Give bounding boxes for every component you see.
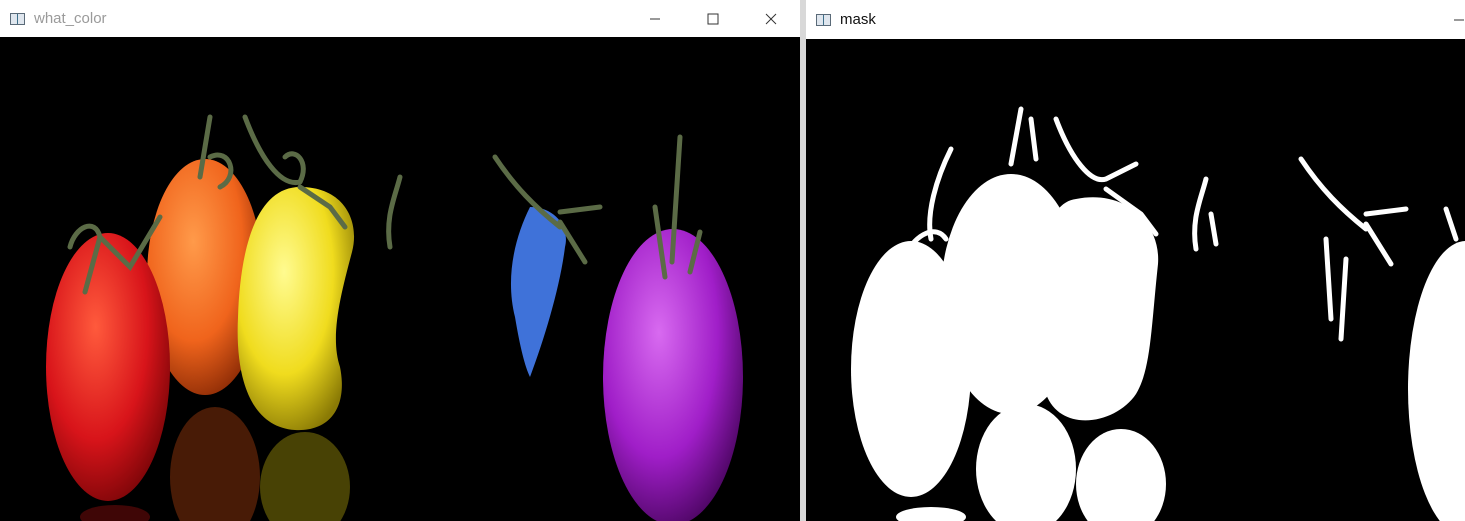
what-color-window: what_color xyxy=(0,0,801,521)
window-titlebar[interactable]: mask xyxy=(806,0,1465,39)
binary-mask-image xyxy=(851,106,1465,521)
purple-tomato xyxy=(603,229,743,521)
color-image-canvas xyxy=(0,37,800,521)
maximize-button[interactable] xyxy=(684,0,742,37)
orange-reflection xyxy=(170,407,260,521)
minimize-button[interactable] xyxy=(626,0,684,37)
yellow-tomato xyxy=(237,187,355,431)
mask-reflection-2 xyxy=(1076,429,1166,521)
opencv-window-icon xyxy=(10,12,25,25)
tomatoes-image xyxy=(46,114,743,521)
close-button[interactable] xyxy=(742,0,800,37)
maximize-icon xyxy=(707,13,719,24)
mask-blob-right-center xyxy=(1034,197,1159,421)
yellow-reflection xyxy=(260,432,350,521)
window-titlebar[interactable]: what_color xyxy=(0,0,800,37)
minimize-button[interactable] xyxy=(1441,0,1465,39)
mask-blobs xyxy=(851,174,1465,521)
mask-window: mask xyxy=(806,0,1465,521)
mask-image-canvas xyxy=(806,39,1465,521)
window-controls xyxy=(1441,0,1465,39)
blue-detected-region xyxy=(510,207,566,377)
minimize-icon xyxy=(1454,19,1464,20)
window-controls xyxy=(626,0,800,37)
window-title: mask xyxy=(840,11,876,28)
mask-reflection-3 xyxy=(896,507,966,521)
minimize-icon xyxy=(650,18,660,19)
close-icon xyxy=(765,13,777,24)
mask-blob-edge xyxy=(1408,241,1465,521)
red-tomato xyxy=(46,233,170,501)
window-title: what_color xyxy=(34,10,107,27)
red-reflection xyxy=(80,505,150,521)
mask-reflection-1 xyxy=(976,404,1076,521)
opencv-window-icon xyxy=(816,13,831,26)
